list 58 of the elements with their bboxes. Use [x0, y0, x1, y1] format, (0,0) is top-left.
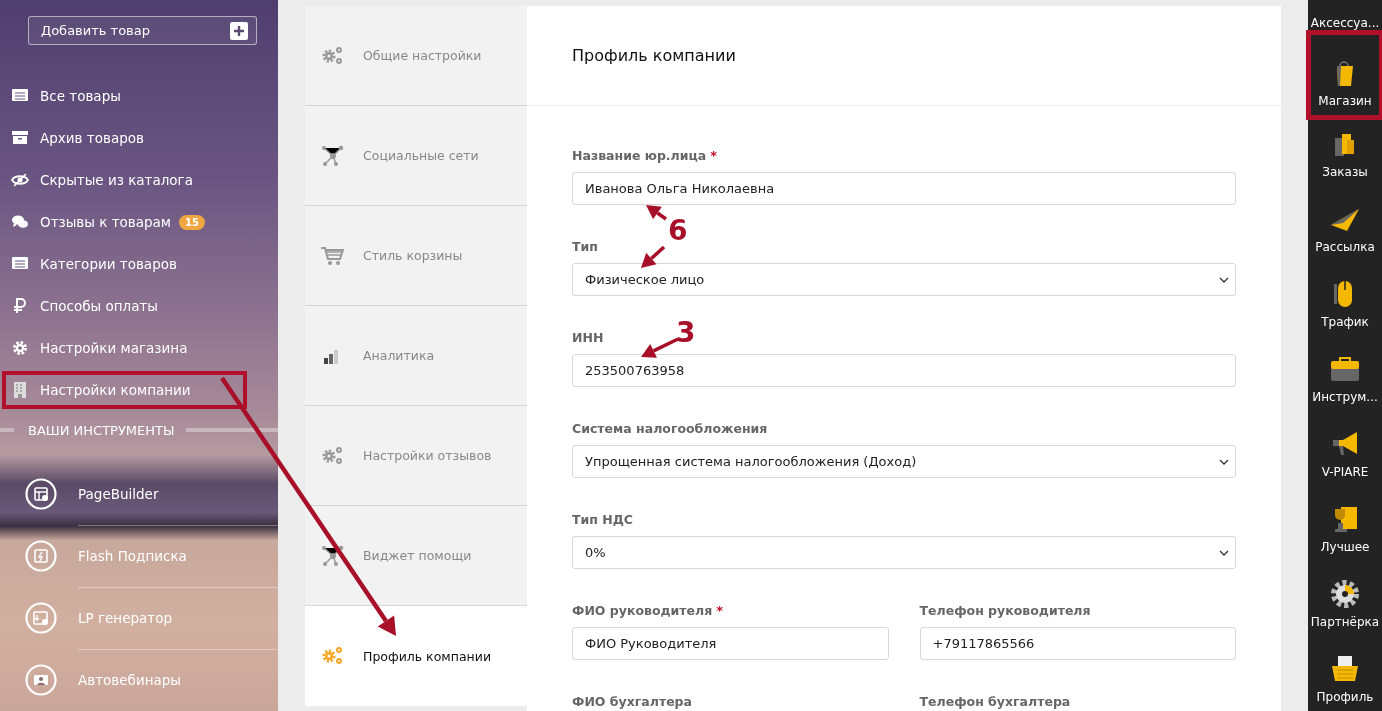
tool-link[interactable]: PageBuilder — [0, 463, 278, 525]
annotation-arrow — [641, 337, 679, 358]
sidebar-item[interactable]: Отзывы к товарам 15 — [0, 201, 249, 244]
field-label: Тип — [572, 238, 598, 254]
settings-tab[interactable]: Профиль компании — [305, 606, 527, 706]
chevron-down-icon — [1219, 549, 1229, 556]
tool-icon — [25, 478, 57, 510]
tool-icon — [25, 664, 57, 696]
app-bar-item[interactable]: Инструм... — [1308, 339, 1382, 414]
select-field[interactable]: Упрощенная система налогообложения (Доход) — [572, 445, 1236, 478]
annotation-number: 3 — [676, 319, 696, 347]
field-label: Тип НДС — [572, 511, 634, 527]
app-bar-item[interactable]: Рассылка — [1308, 189, 1382, 264]
app-bar-item[interactable]: Профиль — [1308, 639, 1382, 711]
plus-icon — [230, 21, 248, 40]
ruble-sign-icon — [11, 297, 29, 316]
section-heading: ВАШИ ИНСТРУМЕНТЫ — [27, 422, 176, 438]
app-bar-item[interactable]: Трафик — [1308, 264, 1382, 339]
field-label: Название юр.лица — [572, 147, 707, 163]
app-bar-item[interactable]: Партнёрка — [1308, 564, 1382, 639]
input-field[interactable]: +79117865566 — [919, 627, 1236, 660]
field-label: Система налогообложения — [572, 420, 768, 436]
sidebar-item[interactable]: Скрытые из каталога — [0, 159, 249, 202]
gear-icon — [1329, 578, 1361, 610]
input-field[interactable]: Иванова Ольга Николаевна — [572, 172, 1236, 205]
count-badge: 15 — [179, 214, 205, 230]
gear-icon — [11, 339, 29, 358]
input-field[interactable]: 253500763958 — [572, 354, 1236, 387]
sidebar-item[interactable]: Категории товаров — [0, 243, 249, 286]
app-bar-item[interactable]: V-PIARE — [1308, 414, 1382, 489]
app-bar-item[interactable]: Аксессуа... — [1308, 0, 1382, 32]
field-label: Телефон руководителя — [919, 602, 1091, 618]
field-label: ФИО бухгалтера — [572, 693, 692, 709]
field-label: Телефон бухгалтера — [919, 693, 1071, 709]
annotation-arrow — [646, 205, 667, 221]
add-product-button[interactable]: Добавить товар — [28, 16, 257, 46]
field-label: ФИО руководителя — [572, 602, 713, 618]
chevron-down-icon — [1219, 276, 1229, 283]
input-field[interactable]: ФИО Руководителя — [572, 627, 889, 660]
tool-icon — [25, 602, 57, 634]
app-bar-item[interactable]: Лучшее — [1308, 489, 1382, 564]
required-mark: * — [716, 602, 724, 618]
tool-icon — [25, 540, 57, 572]
network-icon — [320, 543, 346, 568]
chevron-down-icon — [1219, 458, 1229, 465]
annotation-number: 6 — [668, 217, 688, 245]
field-label: ИНН — [572, 329, 604, 345]
network-icon — [320, 143, 346, 168]
sidebar-item[interactable]: Настройки магазина — [0, 327, 249, 370]
select-field[interactable]: 0% — [572, 536, 1236, 569]
required-mark: * — [710, 147, 717, 163]
sidebar-item[interactable]: Все товары — [0, 75, 249, 118]
form-title: Профиль компании — [572, 46, 736, 65]
annotation-arrow — [641, 245, 666, 268]
sidebar-item[interactable]: Архив товаров — [0, 117, 249, 160]
sidebar-item[interactable]: Способы оплаты — [0, 285, 249, 328]
select-field[interactable]: Физическое лицо — [572, 263, 1236, 296]
building-icon — [11, 381, 29, 400]
